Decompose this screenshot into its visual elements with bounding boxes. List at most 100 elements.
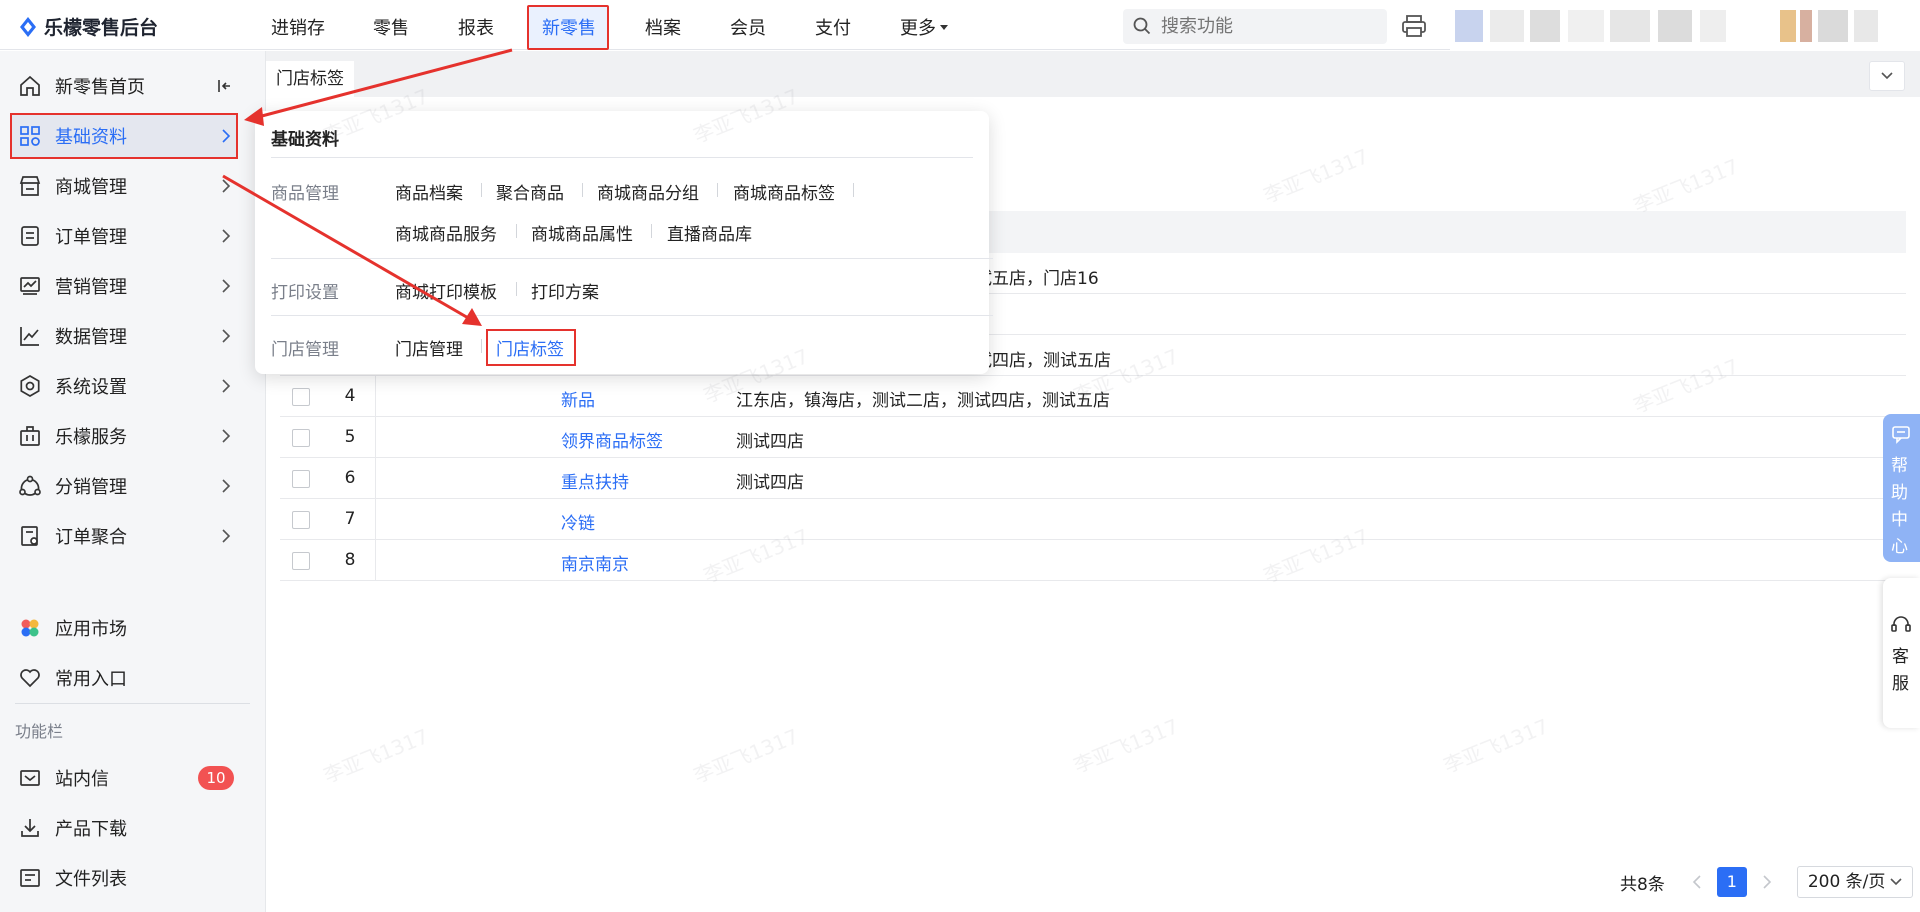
sidebar-item-basic-data[interactable]: 基础资料 xyxy=(0,111,266,161)
link-separator xyxy=(516,224,517,238)
table-row: 4 新品 江东店，镇海店，测试二店，测试四店，测试五店 xyxy=(280,376,1906,417)
chevron-right-icon xyxy=(222,229,231,243)
sidebar-item-label: 订单聚合 xyxy=(55,527,127,548)
nav-dangan[interactable]: 档案 xyxy=(645,14,681,40)
sidebar-divider xyxy=(15,703,250,704)
printer-icon[interactable] xyxy=(1401,13,1427,39)
table-cell-stores: 测试四店 xyxy=(736,473,804,493)
sidebar-item-label: 数据管理 xyxy=(55,327,127,348)
menu-link-mall-product-tag[interactable]: 商城商品标签 xyxy=(733,179,835,204)
next-page-icon[interactable] xyxy=(1757,872,1777,892)
tag-name-link[interactable]: 新品 xyxy=(561,386,595,411)
settings-icon xyxy=(20,375,40,397)
nav-more[interactable]: 更多 xyxy=(900,14,950,40)
link-separator xyxy=(717,183,718,197)
menu-link-print-scheme[interactable]: 打印方案 xyxy=(531,278,599,303)
table-cell-stores: 江东店，镇海店，测试二店，测试四店，测试五店 xyxy=(736,391,1110,411)
heart-icon xyxy=(20,669,40,688)
sidebar-item-home[interactable]: 新零售首页 xyxy=(0,61,266,111)
flyout-category: 门店管理 xyxy=(271,340,339,360)
tag-name-link[interactable]: 南京南京 xyxy=(561,550,629,575)
flyout-title: 基础资料 xyxy=(271,130,339,150)
tag-name-link[interactable]: 重点扶持 xyxy=(561,468,629,493)
flyout-category: 打印设置 xyxy=(271,283,339,303)
tag-name-link[interactable]: 冷链 xyxy=(561,509,595,534)
sidebar-item-file-list[interactable]: 文件列表 xyxy=(0,853,266,903)
tab-store-tags[interactable]: 门店标签 xyxy=(266,61,354,97)
sidebar-item-download[interactable]: 产品下载 xyxy=(0,803,266,853)
column-divider xyxy=(375,376,376,417)
sidebar-item-favorites[interactable]: 常用入口 xyxy=(0,653,266,703)
help-center-button[interactable]: 帮 助 中 心 xyxy=(1883,414,1920,562)
search-box[interactable] xyxy=(1123,9,1387,44)
menu-link-mall-product-attribute[interactable]: 商城商品属性 xyxy=(531,220,633,245)
menu-link-live-product-library[interactable]: 直播商品库 xyxy=(667,220,752,245)
prev-page-icon[interactable] xyxy=(1687,872,1707,892)
column-divider xyxy=(375,458,376,499)
menu-link-aggregate-product[interactable]: 聚合商品 xyxy=(496,179,564,204)
sidebar-item-mall[interactable]: 商城管理 xyxy=(0,161,266,211)
row-checkbox[interactable] xyxy=(292,552,310,570)
sidebar-item-data[interactable]: 数据管理 xyxy=(0,311,266,361)
sidebar-item-order-aggregate[interactable]: 订单聚合 xyxy=(0,511,266,561)
nav-zhifu[interactable]: 支付 xyxy=(815,14,851,40)
row-checkbox[interactable] xyxy=(292,388,310,406)
menu-link-mall-print-template[interactable]: 商城打印模板 xyxy=(395,278,497,303)
chevron-right-icon xyxy=(222,329,231,343)
table-row: 5 领界商品标签 测试四店 xyxy=(280,417,1906,458)
nav-lingshou[interactable]: 零售 xyxy=(373,14,409,40)
page-size-select[interactable]: 200 条/页 xyxy=(1796,866,1913,898)
top-navigation-bar: 乐檬零售后台 进销存 零售 报表 新零售 档案 会员 支付 更多 xyxy=(0,0,1920,50)
chevron-right-icon xyxy=(222,129,231,143)
share-icon xyxy=(19,475,41,496)
link-separator xyxy=(853,183,854,197)
nav-jinxiaocun[interactable]: 进销存 xyxy=(271,14,325,40)
table-cell-stores-partial: 试四店，测试五店 xyxy=(975,351,1111,371)
sidebar-item-settings[interactable]: 系统设置 xyxy=(0,361,266,411)
page-number-button[interactable]: 1 xyxy=(1716,867,1747,897)
chevron-down-icon xyxy=(1890,878,1902,886)
menu-link-mall-product-group[interactable]: 商城商品分组 xyxy=(597,179,699,204)
table-row: 7 冷链 xyxy=(280,499,1906,540)
tab-dropdown-button[interactable] xyxy=(1869,61,1905,91)
tag-name-link[interactable]: 领界商品标签 xyxy=(561,427,663,452)
app-logo[interactable]: 乐檬零售后台 xyxy=(18,13,158,40)
sidebar-item-label: 分销管理 xyxy=(55,477,127,498)
sidebar-item-app-market[interactable]: 应用市场 xyxy=(0,603,266,653)
help-label-char: 帮 xyxy=(1891,456,1908,476)
sidebar-item-orders[interactable]: 订单管理 xyxy=(0,211,266,261)
sidebar-item-distribution[interactable]: 分销管理 xyxy=(0,461,266,511)
collapse-sidebar-icon[interactable] xyxy=(216,77,234,95)
link-separator xyxy=(582,183,583,197)
search-input[interactable] xyxy=(1161,15,1376,38)
menu-link-product-archive[interactable]: 商品档案 xyxy=(395,179,463,204)
nav-xinlingshou[interactable]: 新零售 xyxy=(542,14,596,40)
sidebar-item-service[interactable]: 乐檬服务 xyxy=(0,411,266,461)
row-checkbox[interactable] xyxy=(292,429,310,447)
search-icon xyxy=(1133,17,1151,35)
link-separator xyxy=(481,339,482,353)
logo-icon xyxy=(20,16,36,37)
tab-bar: 门店标签 xyxy=(266,51,1920,97)
flyout-divider xyxy=(271,315,993,316)
chevron-down-icon xyxy=(1881,72,1893,80)
sidebar-item-marketing[interactable]: 营销管理 xyxy=(0,261,266,311)
menu-link-store-management[interactable]: 门店管理 xyxy=(395,335,463,360)
headset-icon xyxy=(1891,616,1911,632)
customer-service-button[interactable]: 客 服 xyxy=(1883,578,1920,728)
store-icon xyxy=(19,176,41,196)
sidebar-item-label: 文件列表 xyxy=(55,869,127,890)
row-checkbox[interactable] xyxy=(292,470,310,488)
unread-badge: 10 xyxy=(198,766,234,790)
row-checkbox[interactable] xyxy=(292,511,310,529)
caret-down-icon xyxy=(940,25,948,30)
total-count: 共8条 xyxy=(1620,874,1665,895)
chevron-right-icon xyxy=(222,279,231,293)
chevron-right-icon xyxy=(222,529,231,543)
menu-link-mall-product-service[interactable]: 商城商品服务 xyxy=(395,220,497,245)
row-number: 8 xyxy=(344,550,356,570)
sidebar-item-messages[interactable]: 站内信 10 xyxy=(0,753,266,803)
help-label-char: 心 xyxy=(1891,537,1908,557)
nav-huiyuan[interactable]: 会员 xyxy=(730,14,766,40)
nav-baobiao[interactable]: 报表 xyxy=(458,14,494,40)
